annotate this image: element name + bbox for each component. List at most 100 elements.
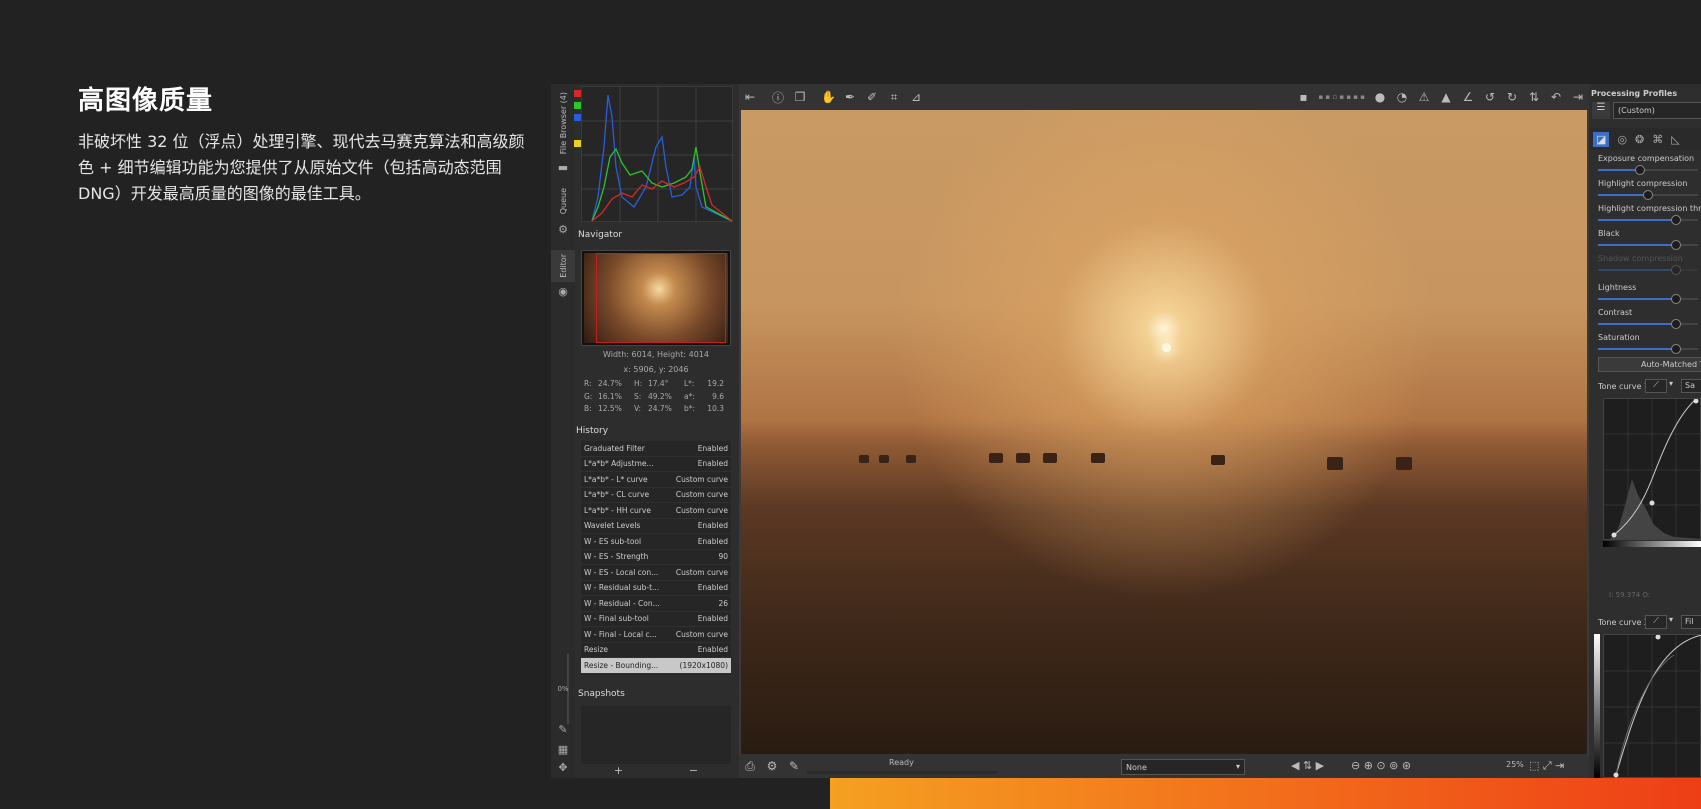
before-after-icon[interactable]: ❐ xyxy=(793,90,807,104)
zoom-icons[interactable]: ⊖ ⊕ ⊙ ⊚ ⊛ xyxy=(1351,759,1411,772)
navigator-preview[interactable] xyxy=(581,250,731,346)
save-icon[interactable]: ⎙ xyxy=(743,759,757,774)
hand-tool-icon[interactable]: ✋ xyxy=(821,90,836,104)
profile-select[interactable]: (Custom) xyxy=(1613,102,1701,119)
exposure-tab-icon[interactable]: ◪ xyxy=(1593,131,1610,147)
folder-icon[interactable]: ▬ xyxy=(556,162,570,174)
highlight-clip-icon[interactable]: ▲ xyxy=(1439,90,1453,104)
slider-knob[interactable] xyxy=(1671,240,1681,250)
contrast-slider[interactable] xyxy=(1598,319,1698,329)
profile-menu-icon[interactable]: ☰ xyxy=(1592,102,1610,119)
tone-curve-1-graph[interactable] xyxy=(1603,398,1701,541)
history-item[interactable]: L*a*b* - L* curve Custom curve xyxy=(581,472,731,488)
label: L*: xyxy=(684,379,695,388)
warning-icon[interactable]: ⚠ xyxy=(1417,90,1431,104)
history-item-selected[interactable]: Resize - Bounding... (1920x1080) xyxy=(581,658,731,674)
grid-icon[interactable]: ▦ xyxy=(556,744,570,756)
history-item[interactable]: W - Final sub-tool Enabled xyxy=(581,612,731,627)
tab-editor[interactable]: Editor xyxy=(551,250,575,282)
hay-bale xyxy=(1396,457,1412,470)
nav-icons[interactable]: ◀ ⇅ ▶ xyxy=(1291,759,1324,772)
history-item[interactable]: W - Residual sub-t... Enabled xyxy=(581,581,731,596)
edit-icon[interactable]: ✎ xyxy=(556,724,570,736)
preview-mode-icon[interactable]: ▪ xyxy=(1296,90,1310,104)
undo-icon[interactable]: ↶ xyxy=(1549,90,1563,104)
slider-knob xyxy=(1671,265,1681,275)
tone-curve-2-label: Tone curve 2: xyxy=(1598,618,1652,627)
history-item[interactable]: W - ES - Local con... Custom curve xyxy=(581,565,731,581)
editor-icon[interactable]: ✎ xyxy=(787,759,801,773)
tab-queue[interactable]: Queue xyxy=(551,184,575,218)
exposure-slider[interactable] xyxy=(1598,165,1698,175)
highlight-compression-slider[interactable] xyxy=(1598,190,1698,200)
tab-file-browser-label: File Browser (4) xyxy=(558,91,568,155)
slider-label: Highlight compression thresh xyxy=(1598,204,1701,213)
white-balance-icon[interactable]: ✒ xyxy=(843,90,857,104)
channel-selector[interactable]: ▪ ▪ ▫ ▪ ▪ ▪ ▪ xyxy=(1318,93,1365,101)
value: 9.6 xyxy=(712,391,724,401)
history-item[interactable]: Wavelet Levels Enabled xyxy=(581,519,731,534)
hide-right-panel-icon[interactable]: ⇥ xyxy=(1571,90,1585,104)
luminance-toggle[interactable] xyxy=(574,140,581,147)
history-item[interactable]: L*a*b* - HH curve Custom curve xyxy=(581,503,731,519)
history-item[interactable]: W - ES sub-tool Enabled xyxy=(581,534,731,550)
pixel-row-b: B: 12.5% V: 24.7% b*: 10.3 xyxy=(584,403,732,416)
history-item[interactable]: W - Residual - Con... 26 xyxy=(581,596,731,612)
red-channel-toggle[interactable] xyxy=(574,90,581,97)
tone-curve-1-mode[interactable]: Sa xyxy=(1681,379,1701,393)
slider-knob[interactable] xyxy=(1671,294,1681,304)
curve-type-icon[interactable]: ⟋ xyxy=(1645,379,1667,393)
rotate-right-icon[interactable]: ↻ xyxy=(1505,90,1519,104)
preview-select[interactable]: None ▾ xyxy=(1121,759,1245,775)
aperture-icon[interactable]: ◉ xyxy=(556,286,570,298)
remove-snapshot-button[interactable]: − xyxy=(689,764,698,777)
lightness-slider[interactable] xyxy=(1598,294,1698,304)
gears-icon[interactable]: ⚙ xyxy=(556,224,570,236)
flip-icon[interactable]: ⇅ xyxy=(1527,90,1541,104)
history-item[interactable]: Graduated Filter Enabled xyxy=(581,441,731,457)
navigator-viewport-frame[interactable] xyxy=(596,253,726,343)
curve-type-icon[interactable]: ⟋ xyxy=(1645,615,1667,629)
slider-knob[interactable] xyxy=(1643,190,1653,200)
tab-file-browser[interactable]: File Browser (4) xyxy=(551,88,575,158)
info-icon[interactable]: ⓘ xyxy=(771,89,785,106)
history-item[interactable]: L*a*b* Adjustme... Enabled xyxy=(581,457,731,472)
history-item[interactable]: Resize Enabled xyxy=(581,643,731,658)
auto-matched-button[interactable]: Auto-Matched To xyxy=(1598,357,1701,372)
shadow-clip-icon[interactable]: ◔ xyxy=(1395,90,1409,104)
hide-panel-icon[interactable]: ⇤ xyxy=(743,90,757,104)
angle-icon[interactable]: ∠ xyxy=(1461,90,1475,104)
window-icons[interactable]: ⬚ ⤢ ⇥ xyxy=(1529,759,1564,773)
tone-curve-2-mode[interactable]: Fil xyxy=(1681,615,1701,629)
slider-knob[interactable] xyxy=(1671,215,1681,225)
straighten-icon[interactable]: ⊿ xyxy=(909,90,923,104)
saturation-slider[interactable] xyxy=(1598,344,1698,354)
chevron-down-icon[interactable]: ▾ xyxy=(1669,615,1679,629)
slider-knob[interactable] xyxy=(1635,165,1645,175)
green-channel-toggle[interactable] xyxy=(574,102,581,109)
focus-mask-icon[interactable]: ● xyxy=(1373,90,1387,104)
transform-tab-icon[interactable]: ◺ xyxy=(1671,133,1679,146)
history-item[interactable]: W - Final - Local c... Custom curve xyxy=(581,627,731,643)
add-snapshot-button[interactable]: + xyxy=(614,764,623,777)
detail-tab-icon[interactable]: ◎ xyxy=(1617,133,1627,146)
crop-icon[interactable]: ⌗ xyxy=(887,90,901,105)
advanced-tab-icon[interactable]: ⌘ xyxy=(1652,133,1663,146)
slider-knob[interactable] xyxy=(1671,319,1681,329)
main-photo[interactable] xyxy=(741,110,1587,754)
history-item[interactable]: L*a*b* - CL curve Custom curve xyxy=(581,488,731,503)
color-tab-icon[interactable]: ❂ xyxy=(1635,133,1644,146)
tone-curve-2-graph[interactable] xyxy=(1603,634,1701,778)
slider-knob[interactable] xyxy=(1671,344,1681,354)
move-icon[interactable]: ✥ xyxy=(556,762,570,774)
color-picker-icon[interactable]: ✐ xyxy=(865,90,879,104)
history-item[interactable]: W - ES - Strength 90 xyxy=(581,550,731,565)
blue-channel-toggle[interactable] xyxy=(574,114,581,121)
rotate-left-icon[interactable]: ↺ xyxy=(1483,90,1497,104)
queue-icon[interactable]: ⚙ xyxy=(765,759,779,773)
value: 10.3 xyxy=(707,404,724,413)
highlight-threshold-slider[interactable] xyxy=(1598,215,1698,225)
black-slider[interactable] xyxy=(1598,240,1698,250)
chevron-down-icon[interactable]: ▾ xyxy=(1669,379,1679,393)
history-item-value: 90 xyxy=(718,552,728,562)
